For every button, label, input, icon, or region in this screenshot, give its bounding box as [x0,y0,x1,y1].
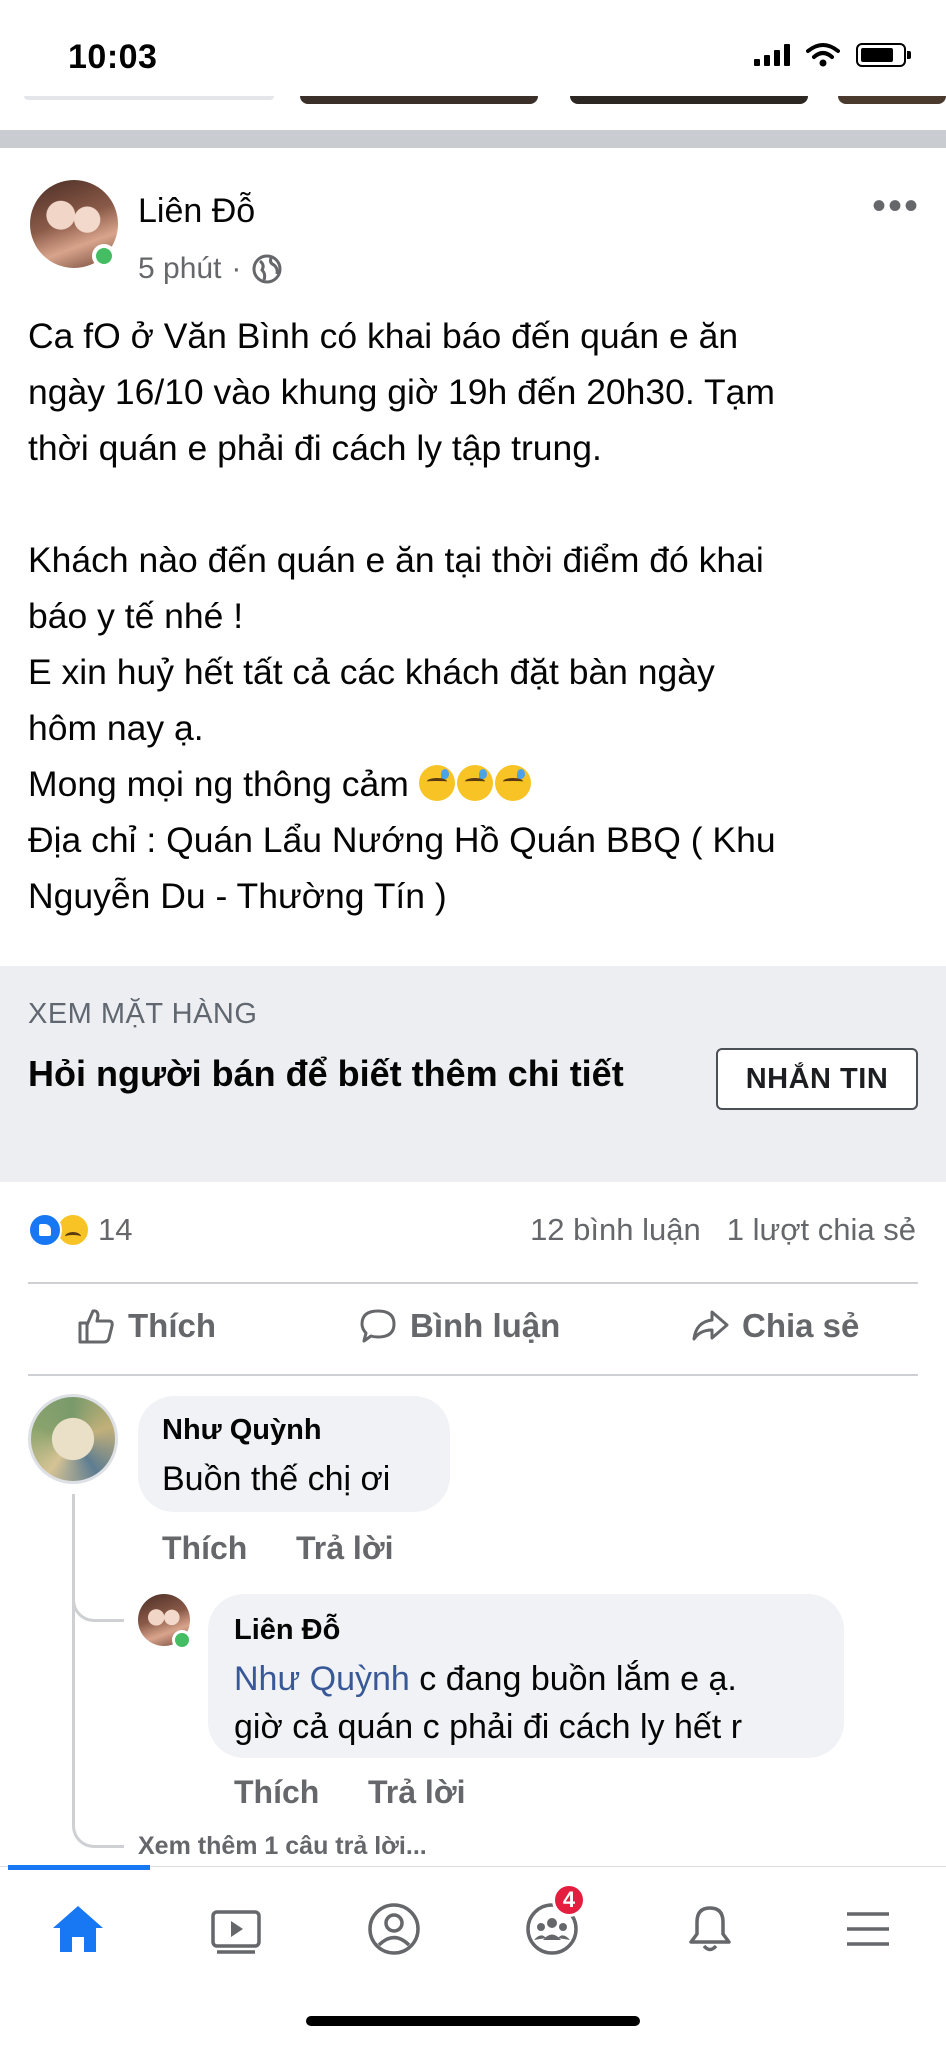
marketplace-box[interactable]: XEM MẶT HÀNG Hỏi người bán để biết thêm … [0,966,946,1182]
reaction-count: 14 [98,1212,133,1247]
post-line: thời quán e phải đi cách ly tập trung. [28,428,602,468]
globe-icon [252,254,282,284]
post-line: Khách nào đến quán e ăn tại thời điểm đó… [28,540,764,580]
reply-author[interactable]: Liên Đỗ [234,1614,340,1647]
comment-reply-button[interactable]: Trả lời [296,1530,393,1567]
divider [28,1282,918,1284]
comment-label: Bình luận [410,1307,561,1344]
home-indicator[interactable] [306,2016,640,2026]
home-icon [53,1906,103,1952]
meta-separator: · [231,252,242,285]
comment-count[interactable]: 12 bình luận [530,1212,701,1248]
thread-connector [72,1574,124,1622]
post-line: Nguyễn Du - Thường Tín ) [28,876,447,916]
post-time[interactable]: 5 phút [138,252,221,286]
like-reaction-icon [28,1213,62,1247]
watch-icon [211,1910,261,1954]
comment-like-button[interactable]: Thích [162,1530,247,1567]
battery-icon [856,43,911,67]
groups-badge: 4 [552,1883,586,1917]
post-line: ngày 16/10 vào khung giờ 19h đến 20h30. … [28,372,775,412]
comment-text: Buồn thế chị ơi [162,1460,391,1498]
share-button[interactable]: Chia sẻ [690,1306,859,1346]
thread-connector [72,1800,124,1848]
share-icon [692,1310,729,1341]
nav-groups[interactable]: 4 [512,1883,592,1969]
downcast-sweat-emoji-icon [418,765,455,801]
status-time: 10:03 [68,38,158,76]
post-counts: 12 bình luận 1 lượt chia sẻ [530,1212,916,1248]
comment-icon [360,1309,396,1343]
commenter-avatar[interactable] [28,1394,118,1484]
post-line: Mong mọi ng thông cảm [28,756,918,812]
message-seller-button[interactable]: NHẮN TIN [716,1048,918,1110]
wifi-icon [806,43,840,67]
reply-text: c đang buồn lắm e ạ. [409,1660,737,1698]
nav-profile[interactable] [354,1889,434,1969]
post-line [28,476,918,532]
share-label: Chia sẻ [742,1307,860,1344]
like-button[interactable]: Thích [76,1306,216,1346]
post-line: Địa chỉ : Quán Lẩu Nướng Hồ Quán BBQ ( K… [28,820,776,860]
nav-active-indicator [8,1865,150,1870]
mention-link[interactable]: Như Quỳnh [234,1660,410,1698]
thread-line [72,1494,75,1814]
reply-like-button[interactable]: Thích [234,1774,319,1811]
menu-icon [847,1912,889,1946]
post-meta: 5 phút · [138,252,283,286]
share-count[interactable]: 1 lượt chia sẻ [727,1212,916,1248]
post-line: báo y tế nhé ! [28,596,244,636]
downcast-sweat-emoji-icon [494,765,531,801]
status-icons [754,42,911,68]
comment-button[interactable]: Bình luận [358,1306,560,1346]
reply-text-line: Như Quỳnh c đang buồn lắm e ạ. [234,1654,737,1704]
nav-watch[interactable] [196,1889,276,1969]
profile-icon [368,1903,420,1955]
notifications-icon [689,1906,731,1952]
post-body: Ca fO ở Văn Bình có khai báo đến quán e … [28,308,918,924]
online-indicator [172,1630,192,1650]
stories-strip[interactable] [0,96,946,108]
post-line: E xin huỷ hết tất cả các khách đặt bàn n… [28,652,715,692]
more-horizontal-icon[interactable]: ••• [872,186,920,226]
reactions-summary[interactable]: 14 [28,1212,132,1248]
online-indicator [92,244,116,268]
post-author[interactable]: Liên Đỗ [138,192,255,231]
see-more-replies-link[interactable]: Xem thêm 1 câu trả lời... [138,1832,427,1861]
signal-icon [754,44,790,66]
downcast-sweat-emoji-icon [456,765,493,801]
divider [28,1374,918,1376]
post-line-text: Mong mọi ng thông cảm [28,764,409,804]
like-label: Thích [128,1307,216,1344]
marketplace-label: XEM MẶT HÀNG [28,998,258,1030]
reply-text-line: giờ cả quán c phải đi cách ly hết r [234,1708,743,1746]
nav-menu[interactable] [828,1889,908,1969]
post-line: hôm nay ạ. [28,708,204,748]
comment-author[interactable]: Như Quỳnh [162,1414,322,1447]
reply-reply-button[interactable]: Trả lời [368,1774,465,1811]
nav-notifications[interactable] [670,1889,750,1969]
nav-home[interactable] [38,1889,118,1969]
marketplace-title: Hỏi người bán để biết thêm chi tiết [28,1053,624,1094]
feed-separator [0,130,946,148]
post-line: Ca fO ở Văn Bình có khai báo đến quán e … [28,316,739,356]
status-bar: 10:03 [0,0,946,100]
thumbs-up-icon [78,1309,114,1344]
